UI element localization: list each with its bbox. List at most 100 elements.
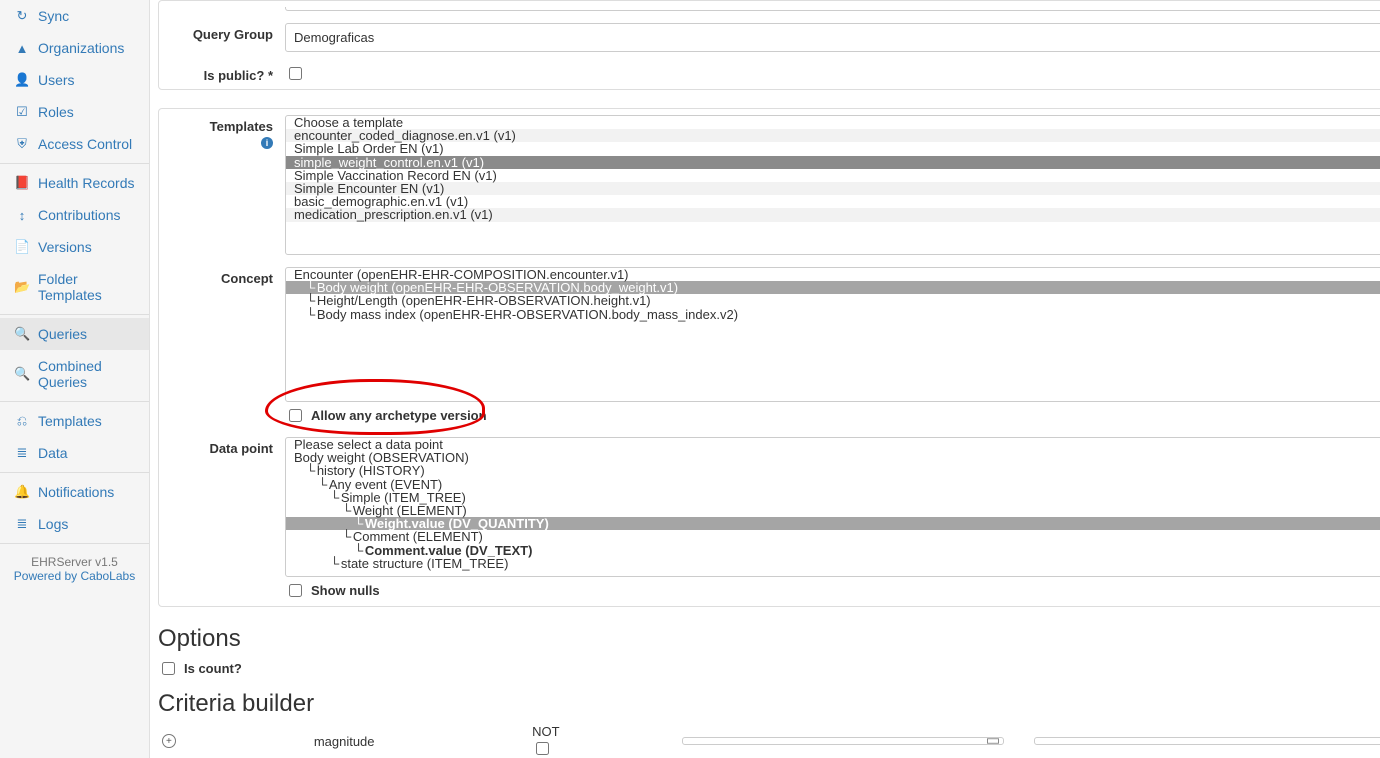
criteria-value-input[interactable] [1034,737,1380,745]
sidebar-item-label: Contributions [38,207,121,223]
data-icon: ≣ [14,445,30,461]
not-label: NOT [532,724,559,739]
is-public-checkbox[interactable] [289,67,302,80]
book-icon: 📕 [14,175,30,191]
logs-icon: ≣ [14,516,30,532]
list-item[interactable]: medication_prescription.en.v1 (v1) [286,208,1380,221]
criteria-row: + magnitude NOT [158,724,1380,758]
file-icon: 📄 [14,239,30,255]
query-group-label: Query Group [169,23,285,42]
list-item[interactable]: Body mass index (openEHR-EHR-OBSERVATION… [286,308,1380,321]
show-nulls-label: Show nulls [311,583,380,598]
criteria-builder-title: Criteria builder [158,690,1380,718]
sidebar-item-logs[interactable]: ≣ Logs [0,508,149,540]
chevron-down-icon [987,738,999,743]
list-item[interactable]: Comment (ELEMENT) [286,530,1380,543]
sidebar-item-label: Folder Templates [38,271,135,303]
sidebar-item-roles[interactable]: ☑ Roles [0,96,149,128]
is-public-label: Is public? * [169,64,285,83]
roles-icon: ☑ [14,104,30,120]
shield-icon: ⛨ [14,136,30,152]
sidebar-item-access-control[interactable]: ⛨ Access Control [0,128,149,160]
sidebar-item-data[interactable]: ≣ Data [0,437,149,469]
search-icon: 🔍 [14,366,30,382]
sidebar-item-users[interactable]: 👤 Users [0,64,149,96]
criteria-operator-select[interactable] [682,737,1004,745]
sidebar-item-organizations[interactable]: ▲ Organizations [0,32,149,64]
templates-label: Templates i [169,115,285,149]
sidebar-item-notifications[interactable]: 🔔 Notifications [0,476,149,508]
org-icon: ▲ [14,41,30,56]
list-item[interactable]: state structure (ITEM_TREE) [286,557,1380,570]
concept-listbox[interactable]: Encounter (openEHR-EHR-COMPOSITION.encou… [285,267,1380,402]
sidebar-item-health-records[interactable]: 📕 Health Records [0,167,149,199]
options-title: Options [158,625,1380,653]
divider [0,472,149,473]
query-group-select[interactable]: Demograficas [285,23,1380,52]
sidebar-item-label: Queries [38,326,87,342]
search-icon: 🔍 [14,326,30,342]
contrib-icon: ↕ [14,208,30,223]
divider [0,163,149,164]
divider [0,401,149,402]
sidebar-item-label: Logs [38,516,68,532]
not-checkbox[interactable] [536,742,549,755]
sidebar-item-sync[interactable]: ↻ Sync [0,0,149,32]
is-count-label: Is count? [184,661,242,676]
sidebar-item-label: Sync [38,8,69,24]
allow-any-archetype-checkbox[interactable] [289,409,302,422]
templates-listbox[interactable]: Choose a template encounter_coded_diagno… [285,115,1380,255]
datapoint-listbox[interactable]: Please select a data point Body weight (… [285,437,1380,577]
list-item[interactable]: Body weight (OBSERVATION) [286,451,1380,464]
list-item[interactable]: Comment.value (DV_TEXT) [286,544,1380,557]
allow-any-archetype-label: Allow any archetype version [311,408,487,423]
datapoint-label: Data point [169,437,285,456]
list-item-selected[interactable]: simple_weight_control.en.v1 (v1) [286,156,1380,169]
folder-icon: 📂 [14,279,30,295]
list-item[interactable]: Height/Length (openEHR-EHR-OBSERVATION.h… [286,294,1380,307]
collapsed-input[interactable] [285,7,1380,11]
list-item[interactable]: Simple Lab Order EN (v1) [286,142,1380,155]
sidebar-item-versions[interactable]: 📄 Versions [0,231,149,263]
main-content: Query Group Demograficas Is public? * T [150,0,1380,758]
sidebar-item-label: Notifications [38,484,114,500]
version-label: EHRServer v1.5 [8,555,141,569]
sidebar-item-label: Organizations [38,40,124,56]
divider [0,314,149,315]
list-item[interactable]: Simple (ITEM_TREE) [286,491,1380,504]
sidebar-item-label: Combined Queries [38,358,135,390]
list-item[interactable]: Simple Vaccination Record EN (v1) [286,169,1380,182]
sidebar-item-templates[interactable]: ⎌ Templates [0,405,149,437]
sidebar-item-queries[interactable]: 🔍 Queries [0,318,149,350]
list-item[interactable]: Any event (EVENT) [286,478,1380,491]
empty-label [169,7,285,11]
query-group-value: Demograficas [294,30,374,45]
sidebar-item-label: Roles [38,104,74,120]
sidebar-item-folder-templates[interactable]: 📂 Folder Templates [0,263,149,311]
sidebar-item-label: Data [38,445,68,461]
powered-by-link[interactable]: Powered by CaboLabs [14,569,135,583]
templates-icon: ⎌ [14,413,30,429]
divider [0,543,149,544]
sidebar-item-contributions[interactable]: ↕ Contributions [0,199,149,231]
bell-icon: 🔔 [14,484,30,500]
sidebar-footer: EHRServer v1.5 Powered by CaboLabs [0,547,149,591]
top-form-panel: Query Group Demograficas Is public? * [158,0,1380,90]
sidebar-item-combined-queries[interactable]: 🔍 Combined Queries [0,350,149,398]
sidebar: ↻ Sync ▲ Organizations 👤 Users ☑ Roles ⛨ Acce… [0,0,150,758]
user-icon: 👤 [14,72,30,88]
list-item[interactable]: encounter_coded_diagnose.en.v1 (v1) [286,129,1380,142]
sidebar-item-label: Access Control [38,136,132,152]
info-icon[interactable]: i [261,137,273,149]
sync-icon: ↻ [14,8,30,24]
sidebar-item-label: Versions [38,239,92,255]
expand-icon[interactable]: + [162,734,176,748]
list-item[interactable]: history (HISTORY) [286,464,1380,477]
sidebar-item-label: Templates [38,413,102,429]
criteria-field-label: magnitude [314,734,375,749]
show-nulls-checkbox[interactable] [289,584,302,597]
concept-label: Concept [169,267,285,286]
is-count-checkbox[interactable] [162,662,175,675]
sidebar-item-label: Health Records [38,175,135,191]
sidebar-item-label: Users [38,72,75,88]
